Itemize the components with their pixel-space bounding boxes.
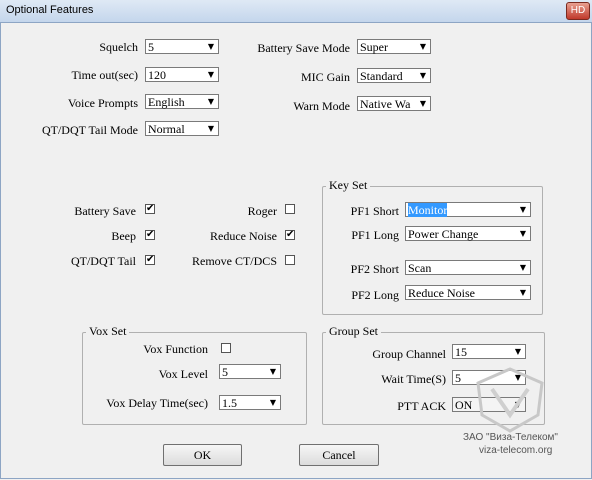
pf1-short-value: Monitor xyxy=(408,203,448,217)
voice-prompts-label: Voice Prompts xyxy=(67,96,138,110)
chevron-down-icon: ▼ xyxy=(519,263,527,272)
watermark-line2: viza-telecom.org xyxy=(479,445,553,456)
mic-gain-select[interactable]: Standard ▼ xyxy=(357,68,431,83)
tail-mode-label: QT/DQT Tail Mode xyxy=(41,123,138,137)
vox-function-label: Vox Function xyxy=(143,342,208,356)
window-title: Optional Features xyxy=(6,4,94,16)
vox-level-select[interactable]: 5 ▼ xyxy=(219,364,281,379)
tail-mode-value: Normal xyxy=(148,122,185,136)
roger-label: Roger xyxy=(247,204,277,218)
beep-label: Beep xyxy=(111,229,136,243)
close-button[interactable]: HD xyxy=(566,2,590,20)
battery-save-mode-select[interactable]: Super ▼ xyxy=(357,39,431,54)
remove-ct-dcs-checkbox[interactable] xyxy=(285,255,295,265)
warn-mode-label: Warn Mode xyxy=(293,99,350,113)
voice-prompts-select[interactable]: English ▼ xyxy=(145,94,219,109)
mic-gain-value: Standard xyxy=(360,69,403,83)
pf2-short-label: PF2 Short xyxy=(350,262,399,276)
pf2-long-value: Reduce Noise xyxy=(408,286,475,300)
ok-button[interactable]: OK xyxy=(163,444,242,466)
wait-time-label: Wait Time(S) xyxy=(381,372,446,386)
group-channel-select[interactable]: 15 ▼ xyxy=(452,344,526,359)
chevron-down-icon: ▼ xyxy=(207,124,215,133)
key-set-title: Key Set xyxy=(326,178,371,193)
vox-set-title: Vox Set xyxy=(86,324,130,339)
pf2-long-label: PF2 Long xyxy=(351,288,399,302)
chevron-down-icon: ▼ xyxy=(207,97,215,106)
squelch-value: 5 xyxy=(148,40,154,54)
timeout-value: 120 xyxy=(148,68,166,82)
timeout-label: Time out(sec) xyxy=(71,68,138,82)
chevron-down-icon: ▼ xyxy=(419,42,427,51)
battery-save-mode-label: Battery Save Mode xyxy=(257,41,350,55)
pf2-long-select[interactable]: Reduce Noise ▼ xyxy=(405,285,531,300)
chevron-down-icon: ▼ xyxy=(269,367,277,376)
timeout-select[interactable]: 120 ▼ xyxy=(145,67,219,82)
title-bar: Optional Features HD xyxy=(0,0,592,23)
chevron-down-icon: ▼ xyxy=(519,205,527,214)
vox-delay-select[interactable]: 1.5 ▼ xyxy=(219,395,281,410)
qt-dqt-tail-label: QT/DQT Tail xyxy=(70,254,136,268)
battery-save-label: Battery Save xyxy=(74,204,136,218)
vox-function-checkbox[interactable] xyxy=(221,343,231,353)
vox-level-label: Vox Level xyxy=(158,367,208,381)
warn-mode-value: Native Wa xyxy=(360,97,411,111)
cancel-button[interactable]: Cancel xyxy=(299,444,379,466)
chevron-down-icon: ▼ xyxy=(269,398,277,407)
qt-dqt-tail-checkbox[interactable]: ✔ xyxy=(145,255,155,265)
squelch-label: Squelch xyxy=(99,40,138,54)
voice-prompts-value: English xyxy=(148,95,185,109)
pf2-short-select[interactable]: Scan ▼ xyxy=(405,260,531,275)
chevron-down-icon: ▼ xyxy=(419,99,427,108)
battery-save-mode-value: Super xyxy=(360,40,388,54)
chevron-down-icon: ▼ xyxy=(514,347,522,356)
squelch-select[interactable]: 5 ▼ xyxy=(145,39,219,54)
pf1-short-select[interactable]: Monitor ▼ xyxy=(405,202,531,217)
chevron-down-icon: ▼ xyxy=(519,288,527,297)
vox-delay-label: Vox Delay Time(sec) xyxy=(106,396,208,410)
watermark-shield-icon xyxy=(476,367,544,433)
chevron-down-icon: ▼ xyxy=(207,70,215,79)
pf1-long-value: Power Change xyxy=(408,227,479,241)
remove-ct-dcs-label: Remove CT/DCS xyxy=(191,254,277,268)
roger-checkbox[interactable] xyxy=(285,204,295,214)
ptt-ack-label: PTT ACK xyxy=(397,399,446,413)
pf2-short-value: Scan xyxy=(408,261,432,275)
reduce-noise-label: Reduce Noise xyxy=(210,229,277,243)
chevron-down-icon: ▼ xyxy=(519,229,527,238)
pf1-short-label: PF1 Short xyxy=(350,204,399,218)
chevron-down-icon: ▼ xyxy=(207,42,215,51)
reduce-noise-checkbox[interactable]: ✔ xyxy=(285,230,295,240)
mic-gain-label: MIC Gain xyxy=(301,70,350,84)
wait-time-value: 5 xyxy=(455,371,461,385)
pf1-long-label: PF1 Long xyxy=(351,228,399,242)
pf1-long-select[interactable]: Power Change ▼ xyxy=(405,226,531,241)
vox-level-value: 5 xyxy=(222,365,228,379)
group-channel-label: Group Channel xyxy=(372,347,446,361)
warn-mode-select[interactable]: Native Wa ▼ xyxy=(357,96,431,111)
tail-mode-select[interactable]: Normal ▼ xyxy=(145,121,219,136)
beep-checkbox[interactable]: ✔ xyxy=(145,230,155,240)
chevron-down-icon: ▼ xyxy=(419,71,427,80)
watermark-line1: ЗАО "Виза-Телеком" xyxy=(463,432,558,443)
group-channel-value: 15 xyxy=(455,345,467,359)
group-set-title: Group Set xyxy=(326,324,381,339)
vox-delay-value: 1.5 xyxy=(222,396,237,410)
battery-save-checkbox[interactable]: ✔ xyxy=(145,204,155,214)
